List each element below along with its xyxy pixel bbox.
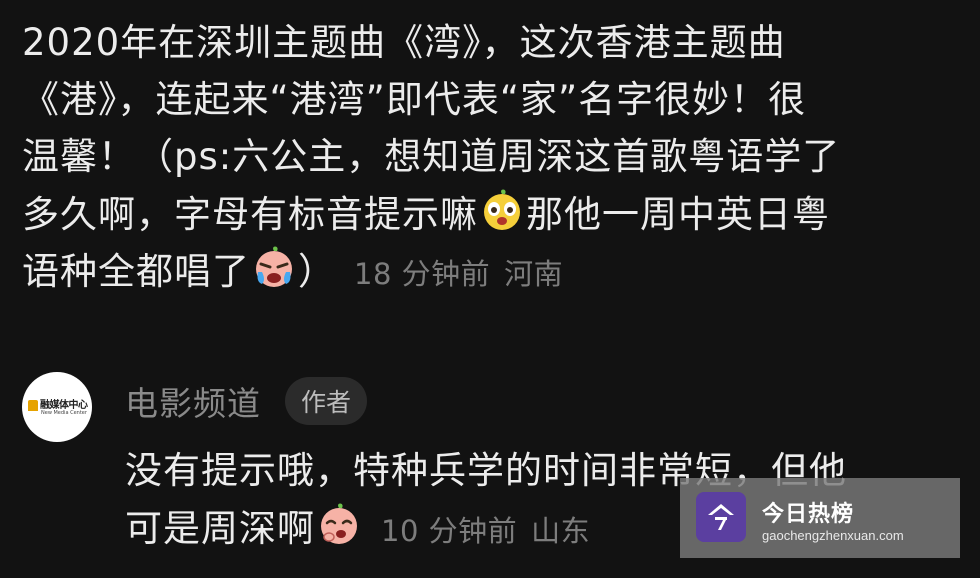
media-logo-icon <box>28 400 38 411</box>
watermark-url: gaochengzhenxuan.com <box>762 528 904 543</box>
surprised-face-icon <box>478 185 526 233</box>
author-name[interactable]: 电影频道 <box>125 377 261 425</box>
comment-line: 温馨！（ps:六公主，想知道周深这首歌粤语学了 <box>22 135 841 178</box>
reply-time: 10 分钟前 <box>381 514 518 548</box>
watermark-logo-icon <box>696 492 746 542</box>
comment-line-with-meta: 语种全都唱了 ） 18 分钟前 河南 <box>22 242 957 299</box>
comment-body: 2020年在深圳主题曲《湾》，这次香港主题曲 《港》，连起来“港湾”即代表“家”… <box>22 14 957 299</box>
comment-line-with-emoji: 多久啊，字母有标音提示嘛 那他一周中英日粤 <box>22 185 957 242</box>
comment-text: 语种全都唱了 <box>22 250 250 293</box>
reply-text: 可是周深啊 <box>125 507 315 550</box>
author-badge: 作者 <box>285 377 368 425</box>
avatar-logo-name: 融媒体中心 <box>40 400 88 411</box>
comment-text: 多久啊，字母有标音提示嘛 <box>22 193 478 236</box>
reply-location: 山东 <box>531 514 591 548</box>
watermark-title: 今日热榜 <box>762 502 855 527</box>
comment-time: 18 分钟前 <box>354 257 491 291</box>
crying-face-icon <box>250 242 298 290</box>
author-row: 电影频道 作者 <box>125 376 368 426</box>
comment-line: 《港》，连起来“港湾”即代表“家”名字很妙！很 <box>22 78 807 121</box>
comment-text: 那他一周中英日粤 <box>526 193 830 236</box>
avatar[interactable]: 融媒体中心 New Media Center <box>22 372 92 442</box>
comment-line: 2020年在深圳主题曲《湾》，这次香港主题曲 <box>22 21 786 64</box>
comment-text: ） <box>298 250 336 293</box>
watermark: 今日热榜 gaochengzhenxuan.com <box>680 478 960 558</box>
shy-face-icon <box>315 499 363 547</box>
comment-location: 河南 <box>504 257 564 291</box>
avatar-logo-sub: New Media Center <box>41 410 87 416</box>
